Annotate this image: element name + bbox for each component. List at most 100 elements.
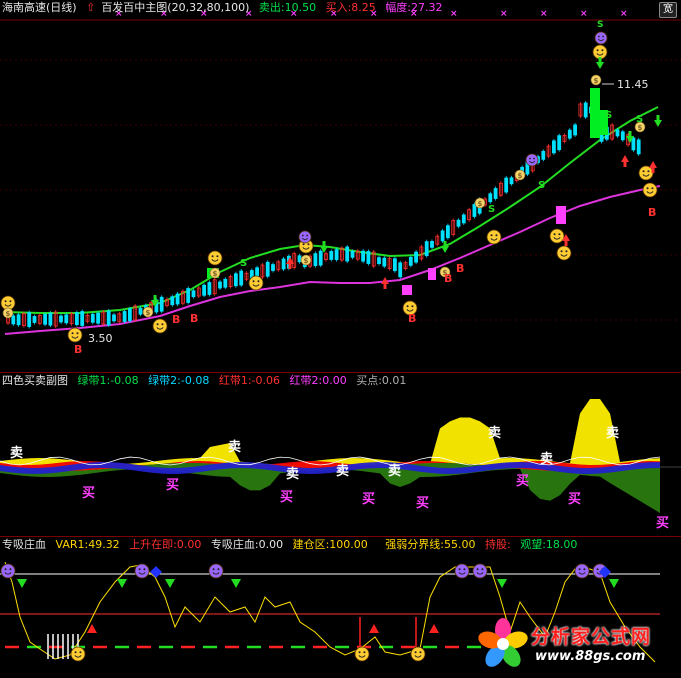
candle-body [90,313,95,323]
sad-face-icon-eye [9,568,12,571]
buy-word-text: 买 [166,478,179,493]
bottom-chart-panel[interactable]: 专吸庄血 VAR1:49.32 上升在即:0.00 专吸庄血:0.00 建仓区:… [0,537,681,678]
sell-arrow-icon [654,120,662,127]
smiley-icon-eye [79,651,82,654]
smiley-icon [67,327,83,343]
top-marker-icon: × [620,9,628,19]
smiley-icon-eye [74,651,77,654]
sell-arrow-icon-stem [153,295,157,300]
down-triangle-icon [497,579,507,588]
sad-face-icon [134,563,150,579]
buy-mark-text: B [444,272,452,285]
buy-mark-text: B [74,343,82,356]
buy-arrow-icon-stem [383,284,387,289]
candle-body [48,312,53,326]
smiley-icon-eye [560,250,563,253]
candle-body [334,249,339,260]
main-chart-canvas[interactable]: ××××××××××××××$$$$$$$$$SSSSSBBBBBBB11.45… [0,0,681,372]
sell-mark-text: S [488,204,495,215]
smiley-icon [70,646,86,662]
candle-body [27,312,32,327]
candle-body [106,310,111,326]
watch-value: 观望:18.00 [520,538,578,551]
smiley-icon [592,44,608,60]
sell-word-text: 卖 [606,425,619,441]
sell-arrow-icon-stem [443,241,447,246]
top-marker-icon: × [500,9,508,19]
down-triangle-icon [165,579,175,588]
sell-mark-text: S [597,20,603,30]
candle-body [350,250,355,258]
big-candle [590,88,600,138]
candle-body [271,264,275,271]
sad-face-icon-eye [602,35,604,38]
candle-body [112,314,116,322]
candle-body [620,131,625,141]
sell-word-text: 卖 [286,466,299,482]
buy-value: 买入:8.25 [325,1,376,14]
sub-chart-canvas[interactable]: 卖卖卖卖卖卖卖卖买买买买买买买买 [0,373,681,536]
buy-mark-text: B [408,312,416,325]
watermark-url: www.88gs.com [535,649,646,664]
candle-body [504,177,509,193]
candle-body [461,214,466,224]
sell-word-text: 卖 [388,463,401,479]
sell-arrow-icon-stem [628,131,632,136]
sell-mark-text: S [605,110,612,121]
smiley-icon-eye [4,300,7,303]
candle-body [573,124,577,136]
sub-header: 四色买卖副图 绿带1:-0.08 绿带2:-0.08 红带1:-0.06 红带2… [2,374,412,388]
candle-body [32,316,37,323]
smiley-icon-eye [495,234,498,237]
flower-logo-icon [478,618,528,667]
candle-body [127,308,132,322]
high-price-label: 11.45 [617,78,649,91]
candle-body [59,315,63,323]
smiley-icon-eye [9,300,12,303]
smiley-icon [354,646,370,662]
candle-body [186,288,191,303]
sell-arrow-icon-stem [656,115,660,120]
candle-body [440,230,445,242]
smiley-icon-eye [647,170,650,173]
sad-face-icon-eye [533,157,535,160]
smiley-icon-eye [363,651,366,654]
smiley-icon-eye [651,187,654,190]
diamond-icon [150,566,162,578]
sell-word-text: 卖 [540,451,553,467]
smiley-icon-eye [216,255,219,258]
sad-face-icon [472,563,488,579]
candle-body [377,257,381,265]
candle-body [80,311,85,326]
smiley-icon [207,250,223,266]
smiley-icon-eye [490,234,493,237]
candle-body [456,219,461,227]
green-band-2: 绿带2:-0.08 [148,374,210,387]
money-bag-icon-symbol: $ [146,309,151,317]
sad-face-icon-eye [302,234,304,237]
candle-body [382,257,387,267]
candle-body [583,102,588,118]
sub-chart-panel[interactable]: 卖卖卖卖卖卖卖卖买买买买买买买买 四色买卖副图 绿带1:-0.08 绿带2:-0… [0,373,681,536]
sad-face-icon-eye [458,568,461,571]
candle-body [207,282,212,295]
money-bag-icon-symbol: $ [6,310,11,318]
smiley-icon [642,182,658,198]
smiley-icon-eye [257,280,260,283]
sell-mark-text: S [636,114,643,125]
big-candle [402,285,412,295]
window-toggle-button[interactable]: 宽 [659,2,677,18]
sad-face-icon-eye [138,568,141,571]
main-chart-panel[interactable]: ××××××××××××××$$$$$$$$$SSSSSBBBBBBB11.45… [0,0,681,372]
smiley-icon-eye [558,233,561,236]
candle-body [567,129,572,139]
sad-face-icon-eye [481,568,484,571]
candle-body [122,311,127,322]
candle-body [493,188,498,199]
buy-word-text: 买 [416,496,429,511]
rise-value: 上升在即:0.00 [129,538,202,551]
buy-arrow-icon-stem [623,162,627,167]
candle-body [11,315,16,325]
sad-face-icon-eye [476,568,479,571]
candle-body [472,204,477,217]
